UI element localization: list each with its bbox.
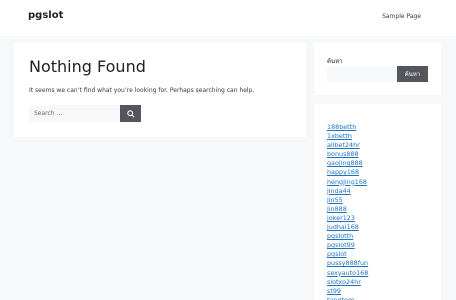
list-item: bonus888 <box>327 146 368 158</box>
sidebar-link-list: 188betth 1xbetth allbet24hr bonus888 gao… <box>327 119 368 300</box>
list-item: gaojing888 <box>327 155 368 167</box>
search-icon <box>126 109 135 118</box>
sidebar-search-button[interactable]: ค้นหา <box>397 66 428 82</box>
list-item: hengjing168 <box>327 174 368 186</box>
sidebar-search-label: ค้นหา <box>327 58 343 65</box>
list-item: 188betth <box>327 119 368 131</box>
list-item: tangtem <box>327 292 368 300</box>
list-item: sexyauto168 <box>327 265 368 277</box>
list-item: pgslotth <box>327 228 368 240</box>
search-button[interactable] <box>120 105 141 122</box>
list-item: 1xbetth <box>327 128 368 140</box>
sidebar-search-input[interactable] <box>327 66 397 82</box>
nav-link-sample-page[interactable]: Sample Page <box>382 13 421 20</box>
list-item: judhai168 <box>327 219 368 231</box>
site-header: pgslot Sample Page <box>0 0 456 36</box>
search-input[interactable] <box>29 105 120 122</box>
list-item: allbet24hr <box>327 137 368 149</box>
list-item: jin888 <box>327 201 368 213</box>
sidebar-link[interactable]: tangtem <box>327 296 354 300</box>
list-item: joker123 <box>327 210 368 222</box>
sidebar-links-widget: 188betth 1xbetth allbet24hr bonus888 gao… <box>314 104 441 300</box>
list-item: pussy888fun <box>327 255 368 267</box>
sidebar-search-widget: ค้นหา ค้นหา <box>314 43 441 95</box>
main-content: Nothing Found It seems we can’t find wha… <box>14 43 306 137</box>
list-item: pgslot99 <box>327 237 368 249</box>
not-found-message: It seems we can’t find what you’re looki… <box>29 87 255 94</box>
page-title: Nothing Found <box>29 57 146 76</box>
site-title[interactable]: pgslot <box>28 10 63 21</box>
